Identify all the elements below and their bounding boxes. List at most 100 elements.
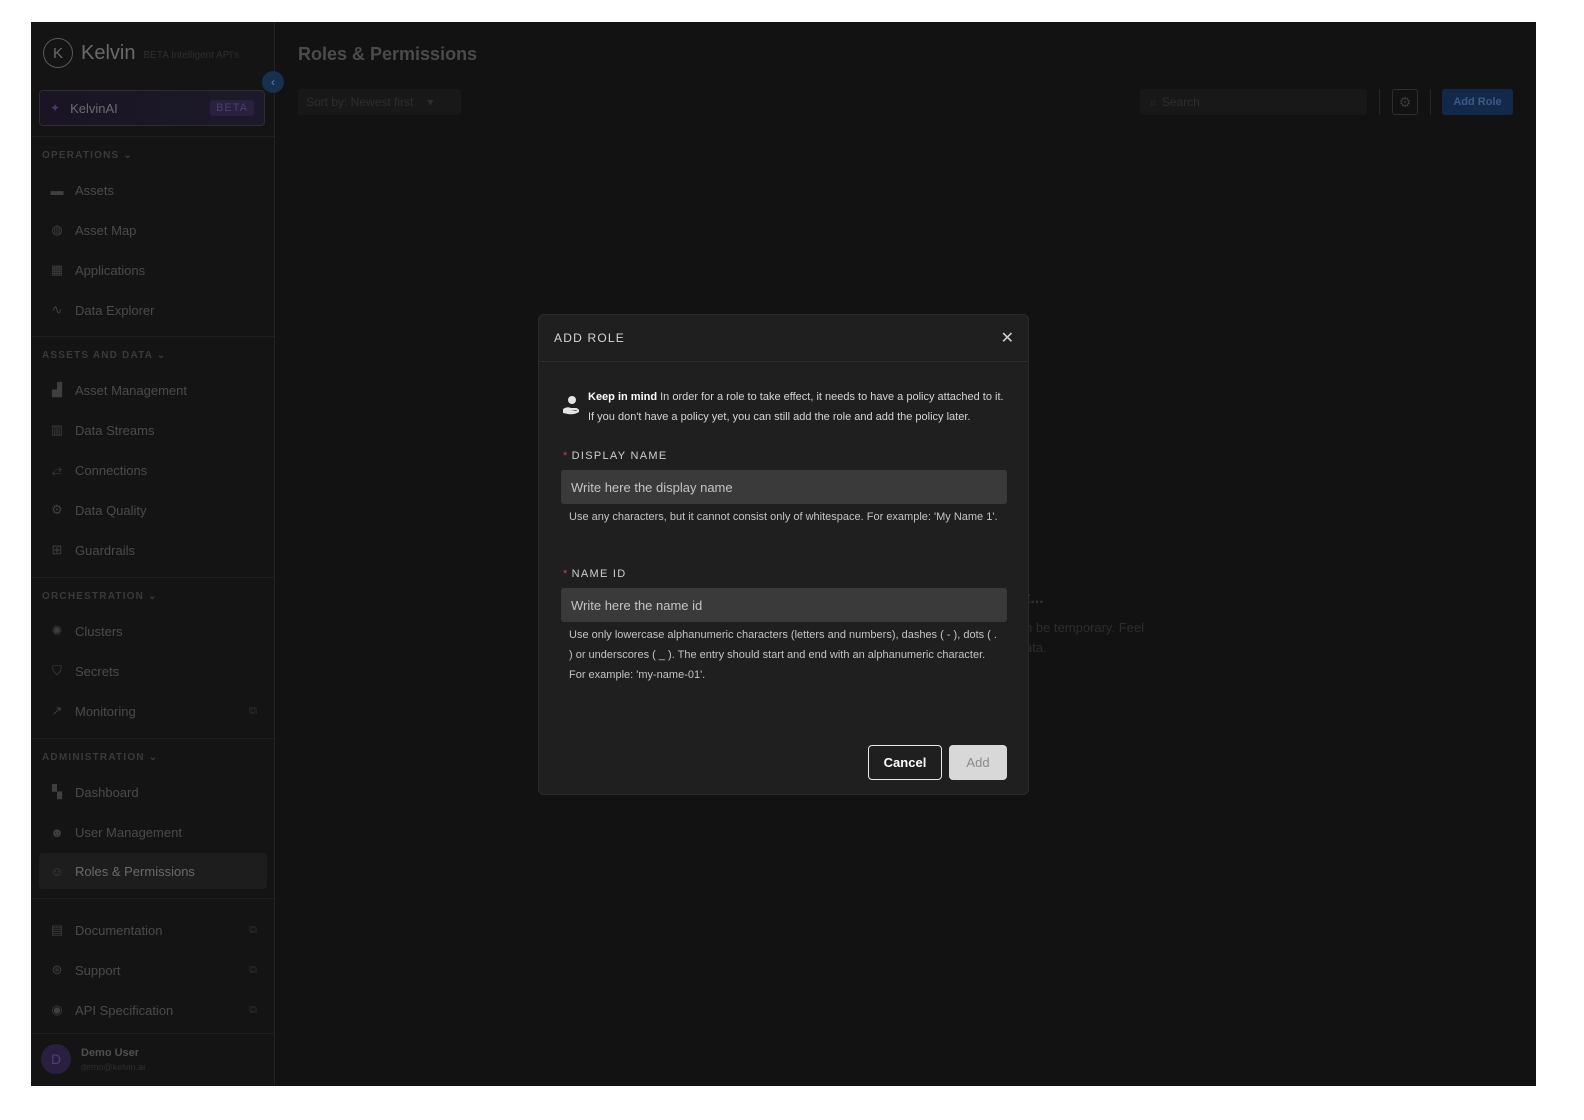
sidebar-item-guardrails[interactable]: ⊞ Guardrails	[39, 532, 267, 568]
sidebar-item-label: Data Quality	[75, 502, 147, 518]
sidebar-item-connections[interactable]: ⥄ Connections	[39, 452, 267, 488]
divider	[31, 577, 274, 578]
chevron-left-icon: ‹	[271, 75, 275, 89]
shield-icon: ⛉	[52, 663, 62, 678]
brand[interactable]: K Kelvin BETA Intelligent API's	[43, 38, 239, 68]
sort-label: Sort by: Newest first	[306, 95, 414, 109]
external-link-icon: ⧉	[249, 1003, 257, 1016]
globe-icon: ◍	[51, 222, 63, 237]
api-icon: ◉	[51, 1002, 63, 1017]
user-name: Demo User	[81, 1046, 140, 1059]
users-icon: ☻	[50, 824, 64, 840]
sidebar-item-label: Asset Map	[75, 222, 137, 238]
lifebuoy-icon: ⊛	[51, 962, 63, 977]
document-icon: ▤	[50, 922, 64, 937]
sidebar-item-user-management[interactable]: ☻ User Management	[39, 814, 267, 850]
sparkle-icon: ✦	[50, 101, 61, 115]
add-role-button[interactable]: Add Role	[1442, 89, 1513, 115]
name-id-label: * NAME ID	[563, 568, 627, 580]
divider	[31, 898, 274, 899]
empty-state-text: n be temporary. Feel ata.	[1025, 620, 1144, 655]
kelvin-ai-button[interactable]: ✦ KelvinAI BETA	[39, 90, 265, 126]
sidebar-item-assets[interactable]: ▬ Assets	[39, 172, 267, 208]
search-icon: ⌕	[1150, 94, 1157, 109]
sidebar-item-monitoring[interactable]: ↗ Monitoring ⧉	[39, 693, 267, 729]
info-text: Keep in mind In order for a role to take…	[588, 387, 1008, 427]
sidebar-item-roles-permissions[interactable]: ☺ Roles & Permissions	[39, 853, 267, 889]
section-operations[interactable]: OPERATIONS ⌄	[42, 150, 133, 161]
divider	[31, 738, 274, 739]
add-button[interactable]: Add	[949, 745, 1007, 780]
sidebar-item-label: Dashboard	[75, 784, 139, 800]
sidebar: K Kelvin BETA Intelligent API's ✦ Kelvin…	[31, 22, 275, 1086]
sidebar-item-asset-map[interactable]: ◍ Asset Map	[39, 212, 267, 248]
dashboard-icon: ▚	[52, 784, 62, 799]
sidebar-item-dashboard[interactable]: ▚ Dashboard	[39, 774, 267, 810]
sidebar-item-label: Documentation	[75, 922, 163, 938]
sort-select[interactable]: Sort by: Newest first ▾	[298, 89, 461, 115]
close-icon[interactable]: ✕	[1001, 328, 1014, 348]
display-name-label: * DISPLAY NAME	[563, 450, 668, 462]
sidebar-item-asset-management[interactable]: ▟ Asset Management	[39, 372, 267, 408]
page-title: Roles & Permissions	[298, 44, 478, 64]
cluster-icon: ✺	[51, 623, 63, 638]
dialog-title: ADD ROLE	[554, 331, 625, 345]
cancel-button[interactable]: Cancel	[868, 745, 942, 780]
name-id-hint: Use only lowercase alphanumeric characte…	[569, 629, 997, 681]
divider	[1430, 89, 1431, 115]
user-profile[interactable]: D Demo User demo@kelvin.ai	[41, 1044, 145, 1074]
section-assets-and-data[interactable]: ASSETS AND DATA ⌄	[42, 350, 166, 361]
external-link-icon: ⧉	[249, 704, 257, 717]
sidebar-item-secrets[interactable]: ⛉ Secrets	[39, 653, 267, 689]
gear-icon: ⚙	[51, 502, 63, 517]
beta-badge: BETA	[210, 100, 254, 116]
kelvin-logo-icon: K	[43, 38, 73, 68]
sidebar-item-data-quality[interactable]: ⚙ Data Quality	[39, 492, 267, 528]
apps-icon: ▦	[50, 262, 64, 277]
info-bold: Keep in mind	[588, 391, 658, 403]
sidebar-item-label: Applications	[75, 262, 146, 278]
sidebar-item-documentation[interactable]: ▤ Documentation ⧉	[39, 912, 267, 948]
sidebar-item-clusters[interactable]: ✺ Clusters	[39, 613, 267, 649]
settings-button[interactable]: ⚙	[1392, 89, 1418, 115]
gear-icon: ⚙	[1398, 93, 1412, 110]
sidebar-item-api-specification[interactable]: ◉ API Specification ⧉	[39, 992, 267, 1028]
monitoring-icon: ↗	[51, 703, 63, 718]
sidebar-item-applications[interactable]: ▦ Applications	[39, 252, 267, 288]
divider	[31, 1033, 274, 1034]
sidebar-item-label: Roles & Permissions	[75, 863, 195, 879]
divider	[31, 336, 274, 337]
sidebar-item-label: Asset Management	[75, 382, 188, 398]
connections-icon: ⥄	[51, 462, 63, 477]
display-name-field[interactable]	[561, 470, 1007, 504]
add-role-dialog: ADD ROLE ✕ Keep in mind In order for a r…	[538, 314, 1029, 795]
sidebar-item-support[interactable]: ⊛ Support ⧉	[39, 952, 267, 988]
sidebar-item-label: Connections	[75, 462, 148, 478]
sidebar-item-label: Monitoring	[75, 703, 136, 719]
sidebar-item-data-explorer[interactable]: ∿ Data Explorer	[39, 292, 267, 328]
user-email: demo@kelvin.ai	[81, 1061, 146, 1072]
sidebar-item-label: Guardrails	[75, 542, 135, 558]
chart-icon: ▥	[50, 422, 64, 437]
name-id-field[interactable]	[561, 588, 1007, 622]
brand-tag: BETA Intelligent API's	[143, 49, 240, 61]
sidebar-item-data-streams[interactable]: ▥ Data Streams	[39, 412, 267, 448]
sidebar-item-label: Clusters	[75, 623, 123, 639]
section-administration[interactable]: ADMINISTRATION ⌄	[42, 752, 158, 763]
sidebar-item-label: Support	[75, 962, 121, 978]
required-mark: *	[563, 450, 569, 462]
external-link-icon: ⧉	[249, 963, 257, 976]
section-orchestration[interactable]: ORCHESTRATION ⌄	[42, 591, 158, 602]
display-name-hint: Use any characters, but it cannot consis…	[569, 511, 998, 523]
roles-icon: ☺	[50, 863, 64, 879]
sidebar-item-label: Secrets	[75, 663, 120, 679]
chevron-down-icon: ▾	[427, 95, 434, 109]
hand-user-icon	[563, 396, 579, 415]
collapse-sidebar-button[interactable]: ‹	[262, 71, 284, 93]
search-input[interactable]: ⌕ Search	[1140, 89, 1367, 115]
assets-icon: ▬	[50, 182, 64, 198]
brand-name: Kelvin	[81, 41, 136, 64]
search-placeholder: Search	[1161, 95, 1200, 109]
barrier-icon: ⊞	[51, 542, 63, 557]
sidebar-item-label: API Specification	[75, 1002, 174, 1018]
